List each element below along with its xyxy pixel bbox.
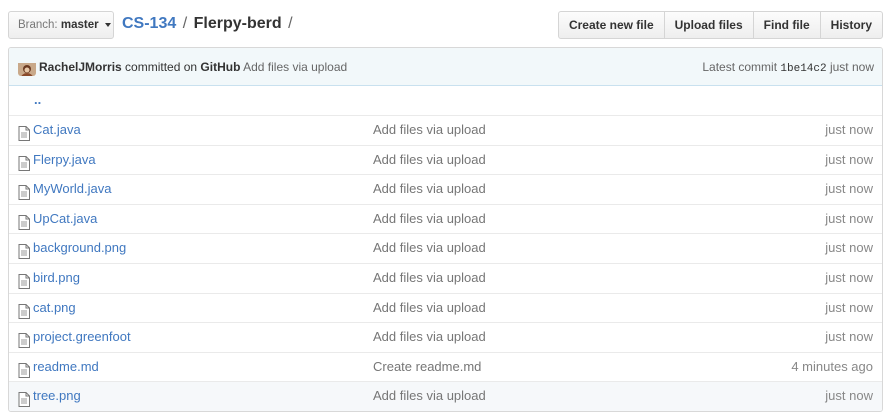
history-button[interactable]: History	[819, 11, 883, 39]
file-commit-message-link[interactable]: Add files via upload	[373, 323, 486, 352]
file-age: just now	[825, 151, 873, 167]
file-age: just now	[825, 329, 873, 345]
file-name-link[interactable]: UpCat.java	[33, 205, 97, 234]
breadcrumb-separator: /	[288, 15, 293, 32]
file-age: just now	[825, 122, 873, 137]
file-icon	[18, 153, 30, 171]
file-rows: Cat.java Add files via upload just now Fler…	[9, 115, 882, 411]
file-icon	[18, 241, 30, 260]
file-icon	[18, 182, 30, 201]
file-row: Cat.java Add files via upload just now	[9, 115, 882, 145]
file-icon	[18, 360, 30, 378]
file-row: tree.png Add files via upload just now	[9, 381, 882, 411]
file-age: just now	[825, 299, 873, 315]
file-age: just now	[825, 210, 873, 226]
file-commit-message-link[interactable]: Add files via upload	[373, 146, 486, 175]
file-commit-message-link[interactable]: Add files via upload	[373, 116, 486, 145]
file-commit-message-link[interactable]: Add files via upload	[373, 175, 486, 204]
latest-commit-info: Latest commit 1be14c2 just now	[702, 48, 874, 88]
branch-label: Branch:	[18, 19, 58, 31]
file-row: UpCat.java Add files via upload just now	[9, 203, 882, 234]
file-icon	[18, 330, 30, 349]
breadcrumb-current-dir: Flerpy-berd	[193, 15, 282, 32]
committed-on-text: committed on	[125, 60, 198, 74]
file-age: just now	[825, 269, 873, 285]
parent-directory-row: ..	[9, 86, 882, 115]
file-name-link[interactable]: bird.png	[33, 264, 80, 293]
commit-time: just now	[829, 60, 874, 74]
commit-message-link[interactable]: Add files via upload	[243, 60, 347, 74]
file-row: Flerpy.java Add files via upload just now	[9, 144, 882, 175]
breadcrumb-separator: /	[182, 15, 188, 32]
file-commit-message-link[interactable]: Add files via upload	[373, 264, 486, 293]
file-row: project.greenfoot Add files via upload jus…	[9, 322, 882, 352]
file-icon	[18, 301, 30, 319]
file-name-link[interactable]: cat.png	[33, 294, 76, 323]
find-file-button[interactable]: Find file	[752, 11, 821, 39]
latest-commit-label: Latest commit	[702, 60, 778, 74]
file-commit-message-link[interactable]: Add files via upload	[373, 294, 486, 323]
breadcrumb-repo-link[interactable]: CS-134	[122, 15, 176, 32]
commit-platform: GitHub	[200, 60, 241, 74]
file-age: just now	[825, 181, 873, 197]
file-commit-message-link[interactable]: Add files via upload	[373, 205, 486, 234]
file-commit-message-link[interactable]: Create readme.md	[373, 353, 481, 382]
commit-author-link[interactable]: RachelJMorris	[39, 60, 122, 74]
file-row: bird.png Add files via upload just now	[9, 262, 882, 293]
latest-commit-bar: RachelJMorris committed on GitHub Add fi…	[9, 48, 882, 86]
file-actions: Create new file Upload files Find file H…	[557, 11, 883, 39]
file-name-link[interactable]: tree.png	[33, 382, 81, 411]
file-name-link[interactable]: readme.md	[33, 353, 99, 382]
file-navigation: Branch: master CS-134 / Flerpy-berd / Cr…	[8, 11, 883, 39]
upload-files-button[interactable]: Upload files	[663, 11, 754, 39]
file-icon	[18, 389, 30, 408]
caret-down-icon	[104, 22, 111, 27]
file-name-link[interactable]: Flerpy.java	[33, 146, 96, 175]
file-name-link[interactable]: project.greenfoot	[33, 323, 131, 352]
file-commit-message-link[interactable]: Add files via upload	[373, 382, 486, 411]
commit-sha-link[interactable]: 1be14c2	[780, 63, 826, 75]
create-new-file-button[interactable]: Create new file	[557, 11, 665, 39]
file-icon	[18, 123, 30, 141]
file-age: 4 minutes ago	[791, 358, 873, 374]
file-name-link[interactable]: background.png	[33, 234, 126, 263]
file-age: just now	[825, 388, 873, 404]
file-age: just now	[825, 240, 873, 256]
breadcrumb: CS-134 / Flerpy-berd /	[122, 14, 295, 34]
parent-directory-link[interactable]: ..	[34, 86, 41, 115]
file-commit-message-link[interactable]: Add files via upload	[373, 234, 486, 263]
file-row: background.png Add files via upload just n…	[9, 233, 882, 263]
file-list: RachelJMorris committed on GitHub Add fi…	[8, 47, 883, 412]
file-name-link[interactable]: Cat.java	[33, 116, 81, 145]
file-row: MyWorld.java Add files via upload just now	[9, 174, 882, 204]
file-icon	[18, 212, 30, 230]
file-row: readme.md Create readme.md 4 minutes ago	[9, 351, 882, 382]
file-row: cat.png Add files via upload just now	[9, 292, 882, 323]
branch-select-button[interactable]: Branch: master	[8, 11, 114, 39]
file-name-link[interactable]: MyWorld.java	[33, 175, 112, 204]
file-icon	[18, 271, 30, 289]
avatar[interactable]	[18, 58, 36, 76]
branch-name: master	[60, 19, 99, 31]
